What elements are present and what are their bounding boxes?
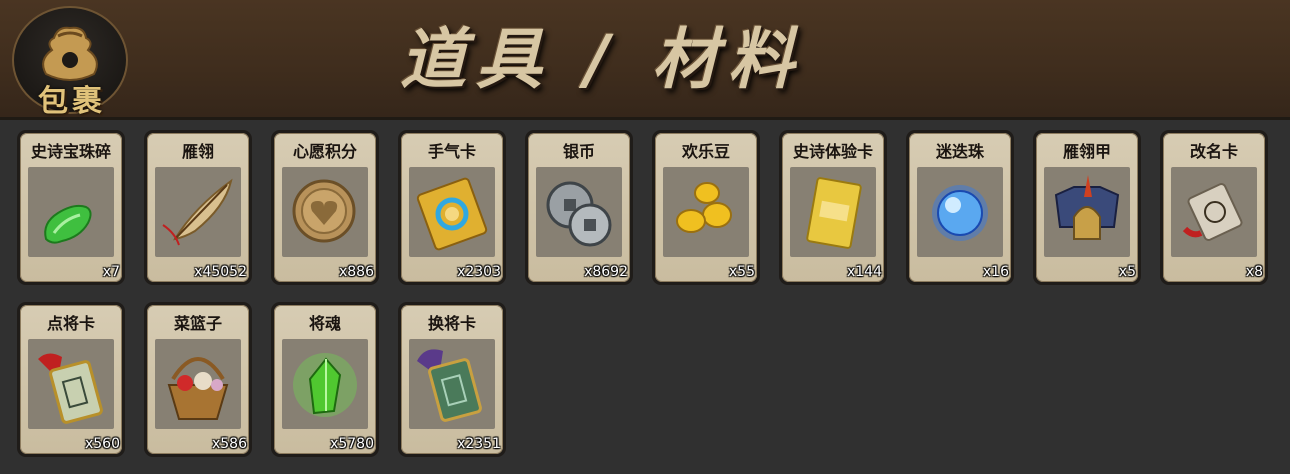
item-name: 心愿积分 (292, 142, 357, 161)
inventory-badge[interactable]: 包裹 (12, 6, 130, 119)
swap-general-token-icon (409, 339, 495, 429)
item-card[interactable]: 将魂 x5780 (271, 302, 379, 457)
inventory-badge-label: 包裹 (38, 84, 106, 119)
item-count: x2303 (457, 264, 501, 280)
item-card[interactable]: 换将卡 x2351 (398, 302, 506, 457)
item-card[interactable]: 点将卡 x560 (17, 302, 125, 457)
item-count: x2351 (457, 436, 501, 452)
item-card[interactable]: 改名卡 x8 (1160, 130, 1268, 285)
item-count: x7 (102, 264, 120, 280)
item-name: 点将卡 (46, 314, 95, 333)
item-card[interactable]: 欢乐豆 x55 (652, 130, 760, 285)
item-count: x144 (846, 264, 882, 280)
item-count: x8692 (584, 264, 628, 280)
item-name: 改名卡 (1189, 142, 1238, 161)
item-card[interactable]: 心愿积分 x886 (271, 130, 379, 285)
item-card[interactable]: 菜篮子 x586 (144, 302, 252, 457)
item-count: x886 (338, 264, 374, 280)
item-name: 史诗体验卡 (792, 142, 873, 161)
item-count: x586 (211, 436, 247, 452)
item-name: 银币 (562, 142, 595, 161)
item-name: 雁翎甲 (1062, 142, 1111, 161)
rename-scroll-icon (1171, 167, 1257, 257)
item-card[interactable]: 雁翎 x45052 (144, 130, 252, 285)
heart-coin-icon (282, 167, 368, 257)
item-name: 史诗宝珠碎 (30, 142, 111, 161)
page-title: 道具 / 材料 (400, 21, 805, 98)
item-card[interactable]: 史诗体验卡 x144 (779, 130, 887, 285)
flower-basket-icon (155, 339, 241, 429)
item-count: x8 (1245, 264, 1263, 280)
item-count: x5 (1118, 264, 1136, 280)
blue-orb-icon (917, 167, 1003, 257)
item-name: 迷迭珠 (935, 142, 984, 161)
feather-icon (155, 167, 241, 257)
item-name: 菜篮子 (173, 314, 222, 333)
item-card[interactable]: 手气卡 x2303 (398, 130, 506, 285)
item-name: 将魂 (308, 314, 341, 333)
item-name: 欢乐豆 (681, 142, 730, 161)
item-name: 手气卡 (427, 142, 476, 161)
header-bar: 包裹 道具 / 材料 (0, 0, 1290, 120)
item-card[interactable]: 银币 x8692 (525, 130, 633, 285)
item-name: 雁翎 (181, 142, 214, 161)
item-count: x45052 (194, 264, 247, 280)
item-count: x16 (982, 264, 1009, 280)
item-name: 换将卡 (427, 314, 476, 333)
gold-beans-icon (663, 167, 749, 257)
green-gem-fragment-icon (28, 167, 114, 257)
item-count: x560 (84, 436, 120, 452)
silver-coins-icon (536, 167, 622, 257)
green-crystal-icon (282, 339, 368, 429)
item-card[interactable]: 雁翎甲 x5 (1033, 130, 1141, 285)
general-token-icon (28, 339, 114, 429)
item-card[interactable]: 史诗宝珠碎 x7 (17, 130, 125, 285)
gold-card-icon (790, 167, 876, 257)
item-count: x5780 (330, 436, 374, 452)
item-card[interactable]: 迷迭珠 x16 (906, 130, 1014, 285)
luck-card-icon (409, 167, 495, 257)
armor-helmet-icon (1044, 167, 1130, 257)
item-count: x55 (728, 264, 755, 280)
